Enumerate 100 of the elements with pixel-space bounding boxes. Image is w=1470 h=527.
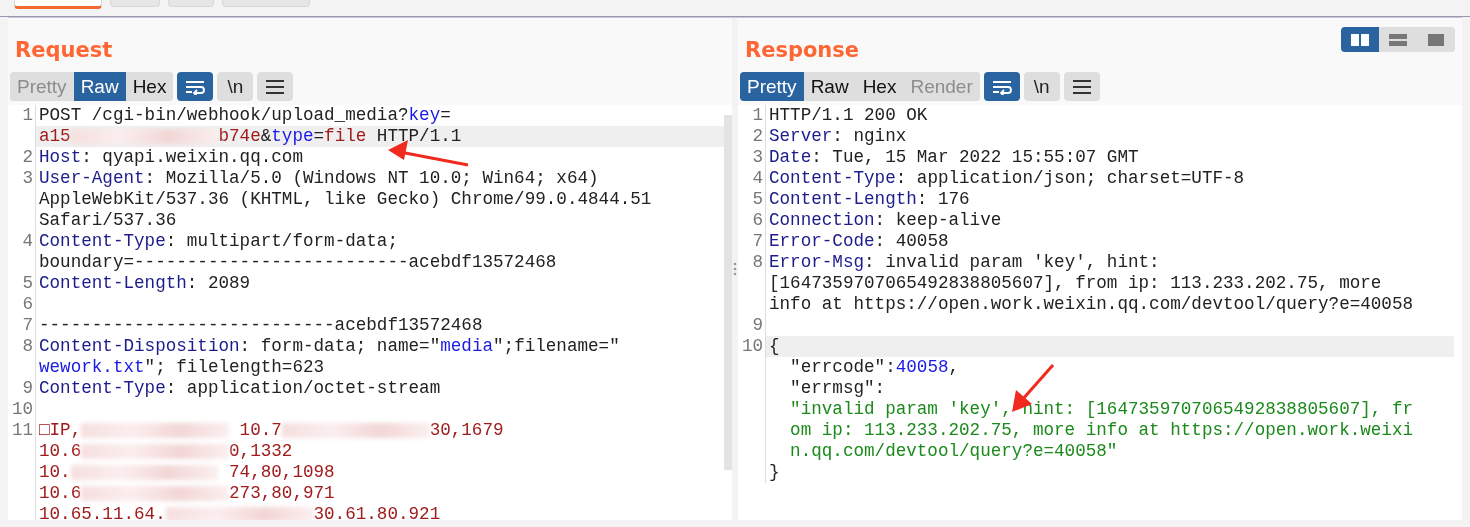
- code-text: "errmsg":: [789, 378, 886, 398]
- code-text: Error-Msg: [769, 252, 865, 272]
- layout-button[interactable]: [1341, 27, 1379, 52]
- square-icon: [1426, 31, 1446, 48]
- code-text: info at https://open.work.weixin.qq.com/devtool/query?e=40058: [769, 294, 1414, 314]
- code-text: : invalid param 'key', hint:: [864, 252, 1160, 272]
- code-text: Server: [769, 126, 833, 146]
- menu-button[interactable]: [257, 72, 294, 101]
- code-text: Host: [39, 147, 82, 167]
- code-text: 40058: [895, 357, 949, 377]
- line-number: 5: [752, 189, 763, 209]
- code-text: 273,80,971: [229, 483, 335, 503]
- code-text: : 40058: [874, 231, 949, 251]
- code-text: HTTP/1.1: [375, 126, 462, 146]
- code-text: Content-Type: [39, 231, 166, 251]
- code-text: : keep-alive: [874, 210, 1002, 230]
- scrollbar[interactable]: [724, 115, 732, 470]
- panel-title: Request: [15, 38, 113, 62]
- panel-title: Response: [745, 38, 860, 62]
- code-text: Safari/537.36: [39, 210, 177, 230]
- code-text: 10.6: [39, 441, 82, 461]
- columns-icon: [1350, 31, 1370, 48]
- code-text: 0,1332: [229, 441, 293, 461]
- code-text: 30.61.80.921: [313, 504, 441, 520]
- line-number: 2: [752, 126, 763, 146]
- line-number: 10: [741, 336, 763, 356]
- newline-button[interactable]: \n: [1023, 72, 1060, 101]
- code-text: key: [408, 105, 441, 125]
- drag-handle-icon[interactable]: [733, 262, 737, 276]
- wrap-button[interactable]: [983, 72, 1020, 101]
- line-number: 2: [22, 147, 33, 167]
- wrap-icon: [184, 78, 207, 95]
- code-text: &: [260, 126, 272, 146]
- code-text: a15: [39, 126, 71, 146]
- newline-button[interactable]: \n: [217, 72, 254, 101]
- tab[interactable]: [14, 0, 102, 9]
- code-text: ,: [948, 357, 960, 377]
- line-number: 8: [22, 336, 33, 356]
- code-text: POST /cgi-bin/webhook/upload_media?: [39, 105, 409, 125]
- line-number: 4: [22, 231, 33, 251]
- code-text: }: [769, 462, 780, 482]
- code-text: 74,80,1098: [228, 462, 335, 482]
- code-text: boundary=--------------------------acebdf13572468: [39, 252, 557, 272]
- line-number: 3: [22, 168, 33, 188]
- code-text: : Mozilla/5.0 (Windows NT 10.0; Win64; x64): [144, 168, 599, 188]
- code-text: User-Agent: [39, 168, 145, 188]
- code-text: HTTP/1.1 200 OK: [769, 105, 928, 125]
- line-number: 9: [22, 378, 33, 398]
- line-number: 9: [752, 315, 763, 335]
- view-tab[interactable]: Pretty: [740, 72, 804, 101]
- code-text: Content-Type: [39, 378, 166, 398]
- code-text: om ip: 113.233.202.75, more info at https://open.work.weixi: [789, 420, 1414, 440]
- code-text: 10.6: [39, 483, 82, 503]
- code-text: Content-Length: [769, 189, 917, 209]
- code-text: =: [440, 105, 451, 125]
- menu-button[interactable]: [1063, 72, 1100, 101]
- code-text: ";filename=": [493, 336, 620, 356]
- code-text: : Tue, 15 Mar 2022 15:55:07 GMT: [811, 147, 1139, 167]
- code-text: b74e: [218, 126, 261, 146]
- view-tab[interactable]: Raw: [73, 72, 126, 101]
- code-text: wework.txt: [39, 357, 145, 377]
- line-number: 7: [22, 315, 33, 335]
- code-text: Date: [769, 147, 812, 167]
- code-text: : nginx: [832, 126, 907, 146]
- code-text: : multipart/form-data;: [165, 231, 398, 251]
- wrap-icon: [990, 78, 1013, 95]
- code-text: 10.7: [238, 420, 282, 440]
- code-text: Connection: [769, 210, 875, 230]
- code-text: "; filelength=623: [144, 357, 325, 377]
- code-text: [1647359707065492838805607], from ip: 113.233.202.75, more: [769, 273, 1382, 293]
- code-text: file: [324, 126, 367, 146]
- code-text: =: [313, 126, 325, 146]
- code-text: AppleWebKit/537.36 (KHTML, like Gecko) Chrome/99.0.4844.51: [39, 189, 652, 209]
- line-number: 4: [752, 168, 763, 188]
- rows-icon: [1388, 31, 1408, 48]
- line-number: 1: [22, 105, 33, 125]
- line-number: 1: [752, 105, 763, 125]
- code-text: media: [440, 336, 493, 356]
- code-text: 10.65.11.64.: [39, 504, 166, 520]
- code-text: : 176: [916, 189, 970, 209]
- line-number: 6: [22, 294, 33, 314]
- code-text: □IP,: [39, 420, 82, 440]
- code-text: 30,1679: [429, 420, 504, 440]
- line-number: 3: [752, 147, 763, 167]
- code-text: : qyapi.weixin.qq.com: [81, 147, 303, 167]
- code-text: 10.: [39, 462, 71, 482]
- code-text: ----------------------------acebdf13572468: [39, 315, 483, 335]
- code-text: n.qq.com/devtool/query?e=40058": [789, 441, 1118, 461]
- line-number: 11: [11, 420, 33, 440]
- code-text: "errcode":: [789, 357, 896, 377]
- code-text: : form-data; name=": [239, 336, 441, 356]
- code-text: Content-Type: [769, 168, 896, 188]
- code-text: : application/octet-stream: [165, 378, 441, 398]
- code-text: : application/json; charset=UTF-8: [895, 168, 1245, 188]
- line-number: 10: [11, 399, 33, 419]
- code-text: type: [271, 126, 314, 146]
- code-text: Content-Disposition: [39, 336, 240, 356]
- wrap-button[interactable]: [177, 72, 214, 101]
- code-text: Content-Length: [39, 273, 187, 293]
- line-number: 8: [752, 252, 763, 272]
